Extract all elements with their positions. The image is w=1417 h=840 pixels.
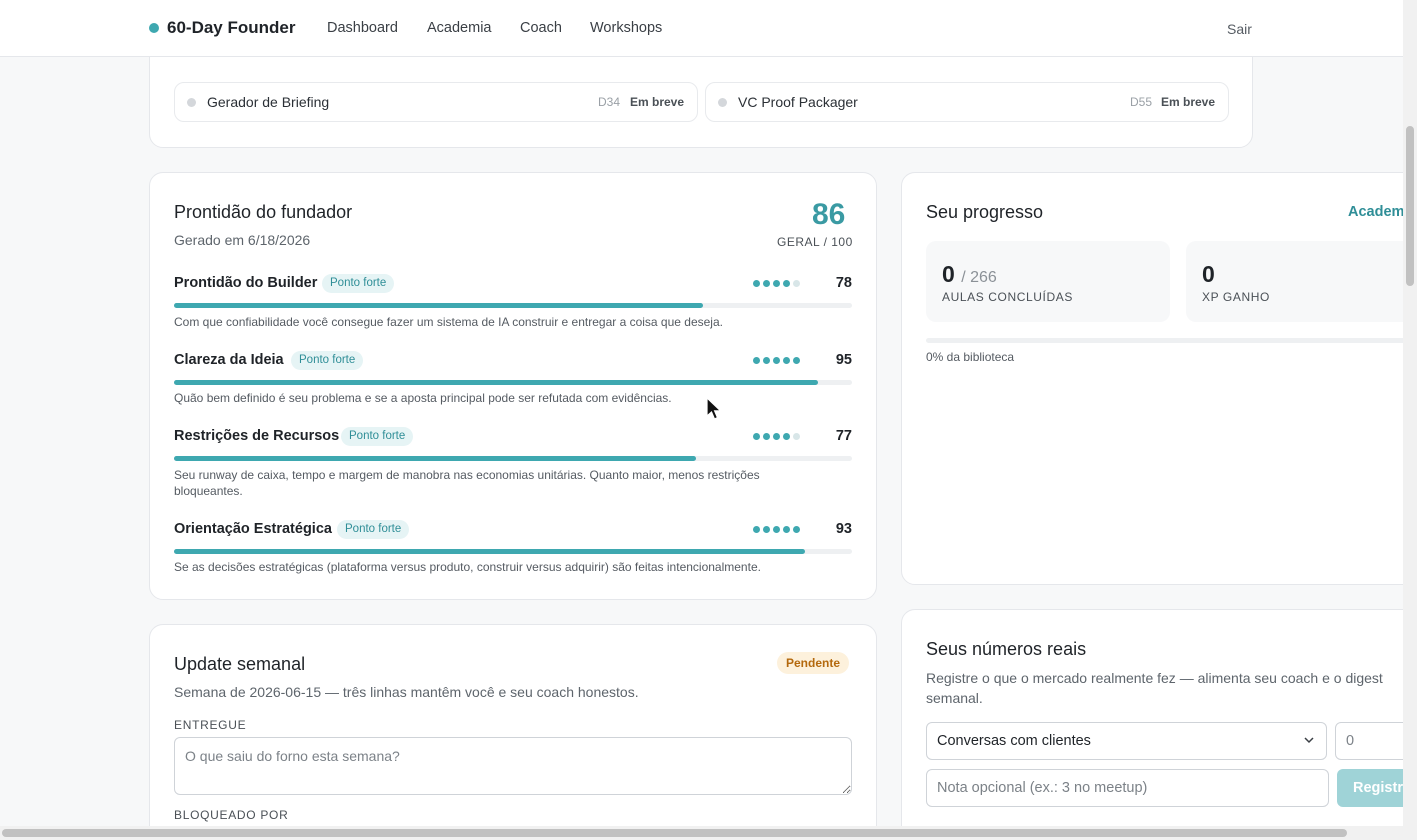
metric-bar [174, 303, 852, 308]
horizontal-scrollbar[interactable] [0, 826, 1417, 840]
tool-item-vc-proof[interactable]: VC Proof Packager D55 Em breve [705, 82, 1229, 122]
metric-bar [174, 380, 852, 385]
xp-stat: 0 XP GANHO [1186, 241, 1403, 322]
metric-value: 93 [835, 521, 852, 537]
numbers-subtitle: Registre o que o mercado realmente fez —… [926, 670, 1383, 706]
rating-dots [753, 526, 800, 533]
top-nav: 60-Day Founder Dashboard Academia Coach … [0, 0, 1403, 57]
weekly-title: Update semanal [174, 654, 306, 674]
blocked-label: BLOQUEADO POR [174, 808, 289, 822]
readiness-title: Prontidão do fundador [174, 202, 353, 222]
lessons-stat: 0 / 266 AULAS CONCLUÍDAS [926, 241, 1170, 322]
delivered-textarea[interactable] [174, 737, 852, 795]
metric-bar-fill [174, 456, 696, 461]
metric-name: Orientação Estratégica [174, 521, 332, 537]
nav-academia[interactable]: Academia [427, 20, 491, 36]
readiness-card: Prontidão do fundador Gerado em 6/18/202… [149, 172, 877, 600]
metric-description: Quão bem definido é seu problema e se a … [174, 391, 672, 405]
metric-description: Seu runway de caixa, tempo e margem de m… [174, 468, 760, 498]
tool-status: Em breve [1161, 95, 1216, 109]
academia-link[interactable]: Academ [1348, 204, 1403, 220]
metric-select[interactable]: Conversas com clientes [926, 722, 1327, 760]
library-progress-text: 0% da biblioteca [926, 350, 1015, 364]
xp-caption: XP GANHO [1202, 290, 1270, 304]
lessons-total: / 266 [961, 269, 997, 286]
tool-status: Em breve [630, 95, 685, 109]
xp-value: 0 [1202, 261, 1215, 287]
strength-tag: Ponto forte [341, 427, 414, 446]
nav-coach[interactable]: Coach [520, 20, 562, 36]
overall-score: 86 [812, 198, 846, 231]
weekly-update-card: Update semanal Pendente Semana de 2026-0… [149, 624, 877, 826]
lessons-caption: AULAS CONCLUÍDAS [942, 290, 1073, 304]
nav-workshops[interactable]: Workshops [590, 20, 662, 36]
readiness-generated: Gerado em 6/18/2026 [174, 232, 311, 248]
lessons-done: 0 / 266 [942, 261, 997, 287]
count-input[interactable] [1335, 722, 1403, 760]
nav-dashboard[interactable]: Dashboard [327, 20, 398, 36]
metric-bar-fill [174, 303, 703, 308]
rating-dots [753, 280, 800, 287]
vertical-scroll-thumb[interactable] [1406, 126, 1414, 286]
metric-bar [174, 549, 852, 554]
strength-tag: Ponto forte [337, 520, 410, 539]
progress-title: Seu progresso [926, 202, 1044, 222]
brand-logo[interactable]: 60-Day Founder [167, 18, 295, 38]
tool-name: VC Proof Packager [738, 94, 858, 110]
metric-name: Restrições de Recursos [174, 428, 340, 444]
mouse-cursor-icon [706, 397, 722, 420]
numbers-title: Seus números reais [926, 639, 1087, 659]
tool-item-briefing[interactable]: Gerador de Briefing D34 Em breve [174, 82, 698, 122]
tool-name: Gerador de Briefing [207, 94, 330, 110]
status-badge: Pendente [777, 652, 850, 674]
metric-description: Se as decisões estratégicas (plataforma … [174, 560, 761, 574]
rating-dots [753, 357, 800, 364]
weekly-subtitle: Semana de 2026-06-15 — três linhas mantê… [174, 684, 639, 700]
viewport: Gerador de Briefing D34 Em breve VC Proo… [0, 0, 1403, 826]
metric-bar-fill [174, 549, 805, 554]
strength-tag: Ponto forte [291, 351, 364, 370]
metric-bar-fill [174, 380, 818, 385]
metric-name: Prontidão do Builder [174, 275, 318, 291]
metric-value: 77 [835, 428, 852, 444]
logout-link[interactable]: Sair [1227, 21, 1252, 37]
library-progress-bar [926, 338, 1403, 343]
metric-value: 78 [835, 275, 852, 291]
vertical-scrollbar[interactable] [1403, 0, 1417, 826]
brand-dot-icon [149, 23, 159, 33]
metric-name: Clareza da Ideia [174, 352, 284, 368]
strength-tag: Ponto forte [322, 274, 395, 293]
delivered-label: ENTREGUE [174, 718, 247, 732]
metric-description: Com que confiabilidade você consegue faz… [174, 315, 723, 329]
note-input[interactable] [926, 769, 1329, 807]
progress-card: Seu progresso Academ 0 / 266 AULAS CONCL… [901, 172, 1403, 585]
rating-dots [753, 433, 800, 440]
metric-select-value: Conversas com clientes [937, 733, 1091, 749]
horizontal-scroll-thumb[interactable] [2, 829, 1347, 837]
status-dot-icon [187, 98, 196, 107]
register-button[interactable]: Registr [1337, 769, 1403, 807]
metric-value: 95 [835, 352, 852, 368]
real-numbers-card: Seus números reais Registre o que o merc… [901, 609, 1403, 826]
status-dot-icon [718, 98, 727, 107]
overall-caption: GERAL / 100 [777, 235, 853, 249]
metric-bar [174, 456, 852, 461]
chevron-down-icon [1304, 737, 1314, 744]
tool-day: D34 [598, 95, 621, 109]
tool-day: D55 [1130, 95, 1153, 109]
